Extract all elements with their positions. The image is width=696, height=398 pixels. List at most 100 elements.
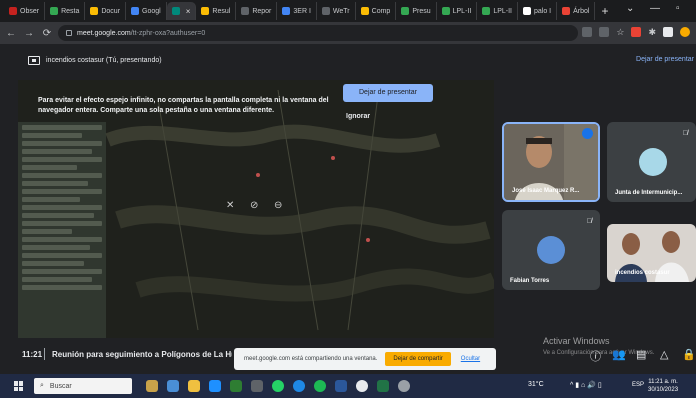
system-tray-icons[interactable]: ^ ▮ ⌂ 🔊 ▯ bbox=[570, 381, 602, 389]
separator bbox=[44, 348, 45, 360]
chat-icon[interactable]: ▤ bbox=[636, 348, 646, 361]
app-icon[interactable] bbox=[251, 380, 263, 392]
puzzle-icon[interactable]: ✱ bbox=[648, 27, 656, 37]
star-icon[interactable]: ☆ bbox=[616, 27, 624, 37]
drive-icon bbox=[90, 7, 99, 15]
new-tab-button[interactable]: + bbox=[595, 4, 614, 18]
file-explorer-icon[interactable] bbox=[188, 380, 200, 392]
mirror-warning-text: Para evitar el efecto espejo infinito, n… bbox=[38, 97, 329, 114]
windows-start-icon[interactable] bbox=[14, 381, 24, 391]
present-icon bbox=[28, 55, 40, 65]
taskbar-time: 11:21 a. m. bbox=[648, 379, 678, 385]
browser-address-bar: ← → ⟳ meet.google.com /tt-zphr-oxa?authu… bbox=[0, 22, 696, 44]
taskbar-search[interactable]: ⌕ Buscar bbox=[34, 378, 132, 394]
participant-name: Junta de Intermunicip... bbox=[615, 190, 683, 196]
browser-tab[interactable]: Docur bbox=[85, 2, 127, 20]
gmail-icon bbox=[9, 7, 17, 15]
browser-tab-bar: Obser Resta Docur Googl × Resul Repor 3ER I WeTr… bbox=[0, 0, 696, 22]
hide-button[interactable]: Ocultar bbox=[461, 356, 480, 362]
browser-tab-label: Presu bbox=[412, 7, 431, 15]
browser-tab[interactable]: Googl bbox=[126, 2, 167, 20]
browser-tab-label: LPL-II bbox=[493, 7, 512, 15]
profile-avatar[interactable] bbox=[680, 27, 690, 37]
minimize-icon[interactable]: ⊖ bbox=[274, 200, 282, 211]
lock-icon[interactable]: 🔒 bbox=[682, 348, 696, 361]
chevron-down-icon[interactable]: ⌄ bbox=[626, 3, 634, 14]
edge-icon[interactable] bbox=[209, 380, 221, 392]
spotify-icon[interactable] bbox=[314, 380, 326, 392]
lock-icon bbox=[66, 30, 72, 36]
toolbar-icons: ☆ ✱ bbox=[582, 27, 690, 37]
browser-tab[interactable]: 3ER I bbox=[277, 2, 317, 20]
stop-presenting-button[interactable]: Dejar de presentar bbox=[343, 84, 433, 102]
browser-tab-label: Comp bbox=[371, 7, 391, 15]
drive-icon bbox=[360, 7, 369, 15]
edge-browser-icon[interactable] bbox=[293, 380, 305, 392]
activities-icon[interactable]: △ bbox=[660, 348, 668, 361]
mute-icon[interactable]: ⊘ bbox=[250, 200, 258, 211]
stop-presenting-link[interactable]: Dejar de presentar bbox=[636, 56, 694, 63]
sidebar-icon[interactable] bbox=[663, 27, 673, 37]
settings-icon[interactable] bbox=[398, 380, 410, 392]
windows-taskbar: ⌕ Buscar 31°C ^ ▮ ⌂ 🔊 ▯ ESP 11:21 a. m. … bbox=[0, 374, 696, 398]
taskbar-clock[interactable]: 11:21 a. m. 30/10/2023 bbox=[648, 378, 678, 394]
people-icon[interactable]: 👥 bbox=[612, 348, 626, 361]
browser-tab-label: Resta bbox=[61, 7, 80, 15]
browser-tab[interactable]: Repor bbox=[236, 2, 278, 20]
maximize-window-icon[interactable]: ▫ bbox=[676, 3, 680, 14]
word-icon[interactable] bbox=[335, 380, 347, 392]
speaking-indicator bbox=[582, 128, 593, 139]
browser-tab[interactable]: WeTr bbox=[317, 2, 356, 20]
avatar bbox=[537, 236, 565, 264]
sheets-app-icon[interactable] bbox=[377, 380, 389, 392]
close-icon[interactable]: × bbox=[186, 7, 191, 16]
meeting-time: 11:21 bbox=[22, 350, 43, 359]
participant-tile[interactable]: José Isaac Marquez R... bbox=[502, 122, 600, 202]
browser-tab-label: Repor bbox=[252, 7, 272, 15]
browser-tab[interactable]: LPL-II bbox=[477, 2, 518, 20]
minimize-window-icon[interactable]: — bbox=[650, 3, 660, 14]
whatsapp-icon[interactable] bbox=[272, 380, 284, 392]
pin-off-icon[interactable]: ✕ bbox=[226, 200, 234, 211]
forward-icon[interactable]: → bbox=[22, 28, 36, 39]
extension-icon[interactable] bbox=[631, 27, 642, 37]
chrome-icon bbox=[523, 7, 531, 15]
participant-tile[interactable]: incendios costasur bbox=[607, 224, 696, 282]
browser-tab-label: Obser bbox=[20, 7, 40, 15]
info-icon[interactable]: ⓘ bbox=[590, 348, 601, 364]
browser-tab[interactable]: Árbol bbox=[557, 2, 596, 20]
stop-sharing-button[interactable]: Dejar de compartir bbox=[385, 352, 451, 366]
sharing-message: meet.google.com está compartiendo una ve… bbox=[244, 356, 378, 362]
url-path: /tt-zphr-oxa?authuser=0 bbox=[130, 29, 206, 37]
search-icon: ⌕ bbox=[40, 382, 44, 389]
browser-tab[interactable]: Obser bbox=[4, 2, 46, 20]
browser-tab[interactable]: Resta bbox=[45, 2, 86, 20]
weather-temperature[interactable]: 31°C bbox=[528, 381, 544, 388]
back-icon[interactable]: ← bbox=[4, 28, 18, 39]
participant-tile[interactable]: 🎙̸ Fabian Torres bbox=[502, 210, 600, 290]
chrome-icon[interactable] bbox=[356, 380, 368, 392]
participant-name: Fabian Torres bbox=[510, 278, 550, 284]
browser-tab[interactable]: palo I bbox=[518, 2, 558, 20]
browser-tab[interactable]: LPL-II bbox=[437, 2, 478, 20]
share-icon[interactable] bbox=[599, 27, 610, 37]
url-host: meet.google.com bbox=[77, 29, 131, 37]
reload-icon[interactable]: ⟳ bbox=[40, 28, 54, 39]
maps-icon bbox=[482, 7, 491, 15]
browser-tab[interactable]: Comp bbox=[356, 2, 397, 20]
excel-icon[interactable] bbox=[230, 380, 242, 392]
browser-tab-label: Docur bbox=[101, 7, 121, 15]
browser-tab-label: LPL-II bbox=[452, 7, 472, 15]
url-field[interactable]: meet.google.com /tt-zphr-oxa?authuser=0 bbox=[58, 25, 578, 41]
language-indicator[interactable]: ESP bbox=[632, 382, 644, 388]
task-view-icon[interactable] bbox=[167, 380, 179, 392]
browser-tab[interactable]: Resul bbox=[196, 2, 237, 20]
browser-tab[interactable]: × bbox=[166, 2, 197, 20]
ignore-button[interactable]: Ignorar bbox=[346, 113, 370, 120]
browser-tab[interactable]: Presu bbox=[396, 2, 437, 20]
meet-icon bbox=[171, 7, 180, 15]
widget-icon[interactable] bbox=[146, 380, 158, 392]
camera-icon[interactable] bbox=[582, 27, 593, 37]
participant-tile[interactable]: 🎙̸ Junta de Intermunicip... bbox=[607, 122, 696, 202]
mic-off-icon: 🎙̸ bbox=[586, 218, 592, 225]
